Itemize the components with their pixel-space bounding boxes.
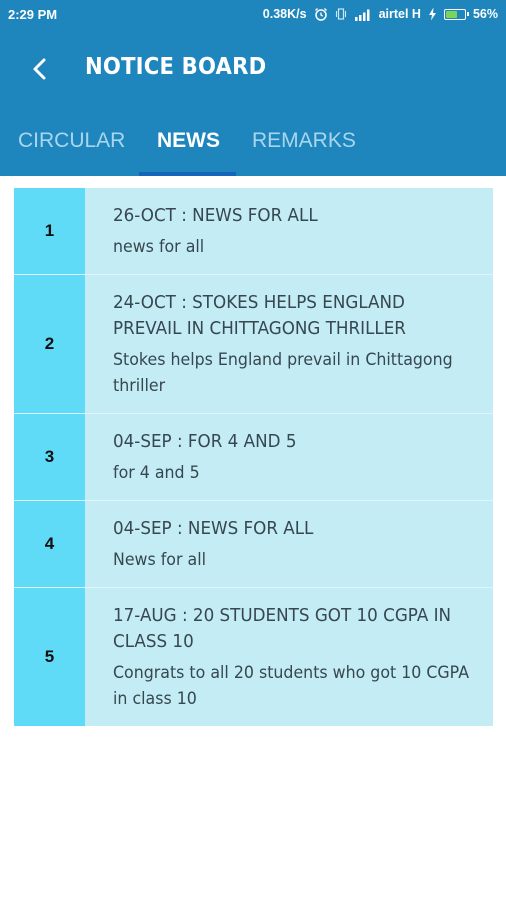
status-time: 2:29 PM xyxy=(8,7,58,22)
notice-content: 04-SEP : NEWS FOR ALL News for all xyxy=(85,501,493,587)
page-title: NOTICE BOARD xyxy=(85,54,267,80)
alarm-icon xyxy=(314,7,328,21)
notice-title: 04-SEP : FOR 4 AND 5 xyxy=(113,431,297,452)
notice-content: 24-OCT : STOKES HELPS ENGLAND PREVAIL IN… xyxy=(85,275,493,413)
notice-text: News for all xyxy=(113,550,206,570)
app-header: 2:29 PM 0.38K/s airtel H 56% NOTICE BOAR… xyxy=(0,0,506,176)
notice-title: 26-OCT : NEWS FOR ALL xyxy=(113,205,318,226)
charging-icon xyxy=(428,7,437,21)
list-item[interactable]: 4 04-SEP : NEWS FOR ALL News for all xyxy=(14,501,493,588)
notice-content: 04-SEP : FOR 4 AND 5 for 4 and 5 xyxy=(85,414,493,500)
notice-number: 5 xyxy=(14,588,85,726)
notice-title: 17-AUG : 20 STUDENTS GOT 10 CGPA IN CLAS… xyxy=(113,605,452,652)
list-item[interactable]: 5 17-AUG : 20 STUDENTS GOT 10 CGPA IN CL… xyxy=(14,588,493,726)
battery-icon xyxy=(443,8,469,20)
notice-text: Stokes helps England prevail in Chittago… xyxy=(113,350,453,396)
list-item[interactable]: 3 04-SEP : FOR 4 AND 5 for 4 and 5 xyxy=(14,414,493,501)
notice-number: 3 xyxy=(14,414,85,500)
notice-text: news for all xyxy=(113,237,205,257)
notice-title: 04-SEP : NEWS FOR ALL xyxy=(113,518,314,539)
active-tab-indicator xyxy=(139,172,236,176)
signal-icon xyxy=(354,8,372,21)
status-indicators: 0.38K/s airtel H 56% xyxy=(263,7,498,21)
notice-text: Congrats to all 20 students who got 10 C… xyxy=(113,663,470,709)
carrier-name: airtel H xyxy=(378,7,421,21)
battery-percent: 56% xyxy=(472,7,498,21)
notice-text: for 4 and 5 xyxy=(113,463,200,483)
status-bar: 2:29 PM 0.38K/s airtel H 56% xyxy=(0,0,506,30)
notice-content: 26-OCT : NEWS FOR ALL news for all xyxy=(85,188,493,274)
notice-number: 1 xyxy=(14,188,85,274)
network-speed: 0.38K/s xyxy=(262,7,307,21)
notice-list: 1 26-OCT : NEWS FOR ALL news for all 2 2… xyxy=(14,188,493,726)
battery-level xyxy=(445,10,458,18)
tab-bar: CIRCULAR NEWS REMARKS xyxy=(0,118,506,176)
chevron-left-icon xyxy=(33,58,46,80)
notice-number: 2 xyxy=(14,275,85,413)
list-item[interactable]: 1 26-OCT : NEWS FOR ALL news for all xyxy=(14,188,493,275)
tab-news[interactable]: NEWS xyxy=(157,118,220,176)
toolbar: NOTICE BOARD xyxy=(0,30,506,108)
tab-circular[interactable]: CIRCULAR xyxy=(18,118,125,176)
notice-title: 24-OCT : STOKES HELPS ENGLAND PREVAIL IN… xyxy=(113,292,406,339)
notice-content: 17-AUG : 20 STUDENTS GOT 10 CGPA IN CLAS… xyxy=(85,588,493,726)
back-button[interactable] xyxy=(20,52,60,86)
tab-remarks[interactable]: REMARKS xyxy=(252,118,356,176)
list-item[interactable]: 2 24-OCT : STOKES HELPS ENGLAND PREVAIL … xyxy=(14,275,493,414)
notice-number: 4 xyxy=(14,501,85,587)
vibrate-icon xyxy=(335,7,347,21)
